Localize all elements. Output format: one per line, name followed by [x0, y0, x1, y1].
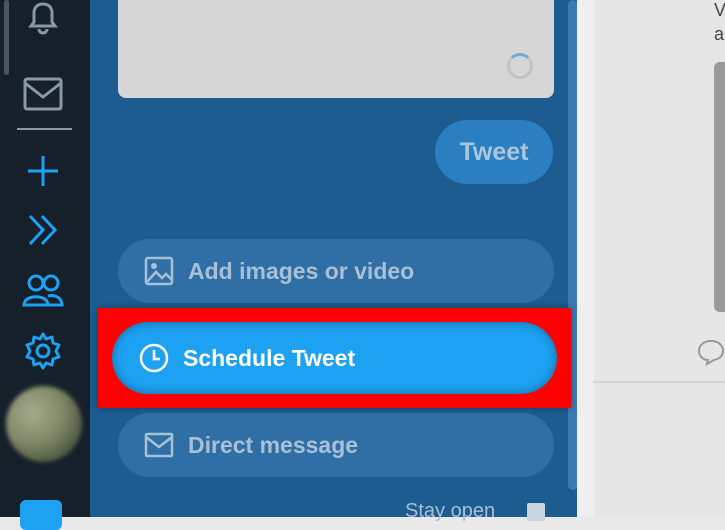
- reply-bubble-icon[interactable]: [697, 338, 725, 371]
- sidebar: [0, 0, 90, 530]
- notifications-bell-icon[interactable]: [19, 0, 67, 42]
- messages-mail-icon[interactable]: [19, 70, 67, 118]
- stay-open-label: Stay open: [405, 500, 496, 522]
- twitter-logo-icon: [20, 500, 62, 530]
- highlight-box: Schedule Tweet: [98, 308, 571, 408]
- tweet-text-area[interactable]: [118, 0, 554, 98]
- timeline-column: [577, 0, 725, 517]
- settings-gear-icon[interactable]: [19, 327, 67, 375]
- tweet-text-fragment-2: a: [714, 24, 725, 44]
- avatar[interactable]: [6, 386, 82, 462]
- sidebar-scrollbar[interactable]: [4, 0, 9, 75]
- accounts-users-icon[interactable]: [19, 266, 67, 314]
- add-images-button[interactable]: Add images or video: [118, 239, 554, 303]
- clock-icon: [137, 341, 171, 375]
- expand-chevrons-icon[interactable]: [19, 206, 67, 254]
- mail-icon: [142, 428, 176, 462]
- tweet-card[interactable]: [594, 0, 725, 517]
- add-images-label: Add images or video: [188, 257, 415, 284]
- tweet-divider: [593, 381, 725, 383]
- tweet-text-fragment: V: [714, 0, 725, 20]
- character-count-ring-icon: [507, 53, 533, 79]
- image-icon: [142, 254, 176, 288]
- add-column-plus-icon[interactable]: [19, 147, 67, 195]
- tweet-button[interactable]: Tweet: [435, 120, 553, 184]
- sidebar-divider: [17, 128, 72, 130]
- stay-open-checkbox[interactable]: [527, 503, 545, 521]
- schedule-tweet-label: Schedule Tweet: [183, 344, 356, 371]
- tweet-media-image[interactable]: [714, 62, 725, 312]
- direct-message-button[interactable]: Direct message: [118, 413, 554, 477]
- direct-message-label: Direct message: [188, 431, 359, 458]
- schedule-tweet-button[interactable]: Schedule Tweet: [112, 322, 557, 394]
